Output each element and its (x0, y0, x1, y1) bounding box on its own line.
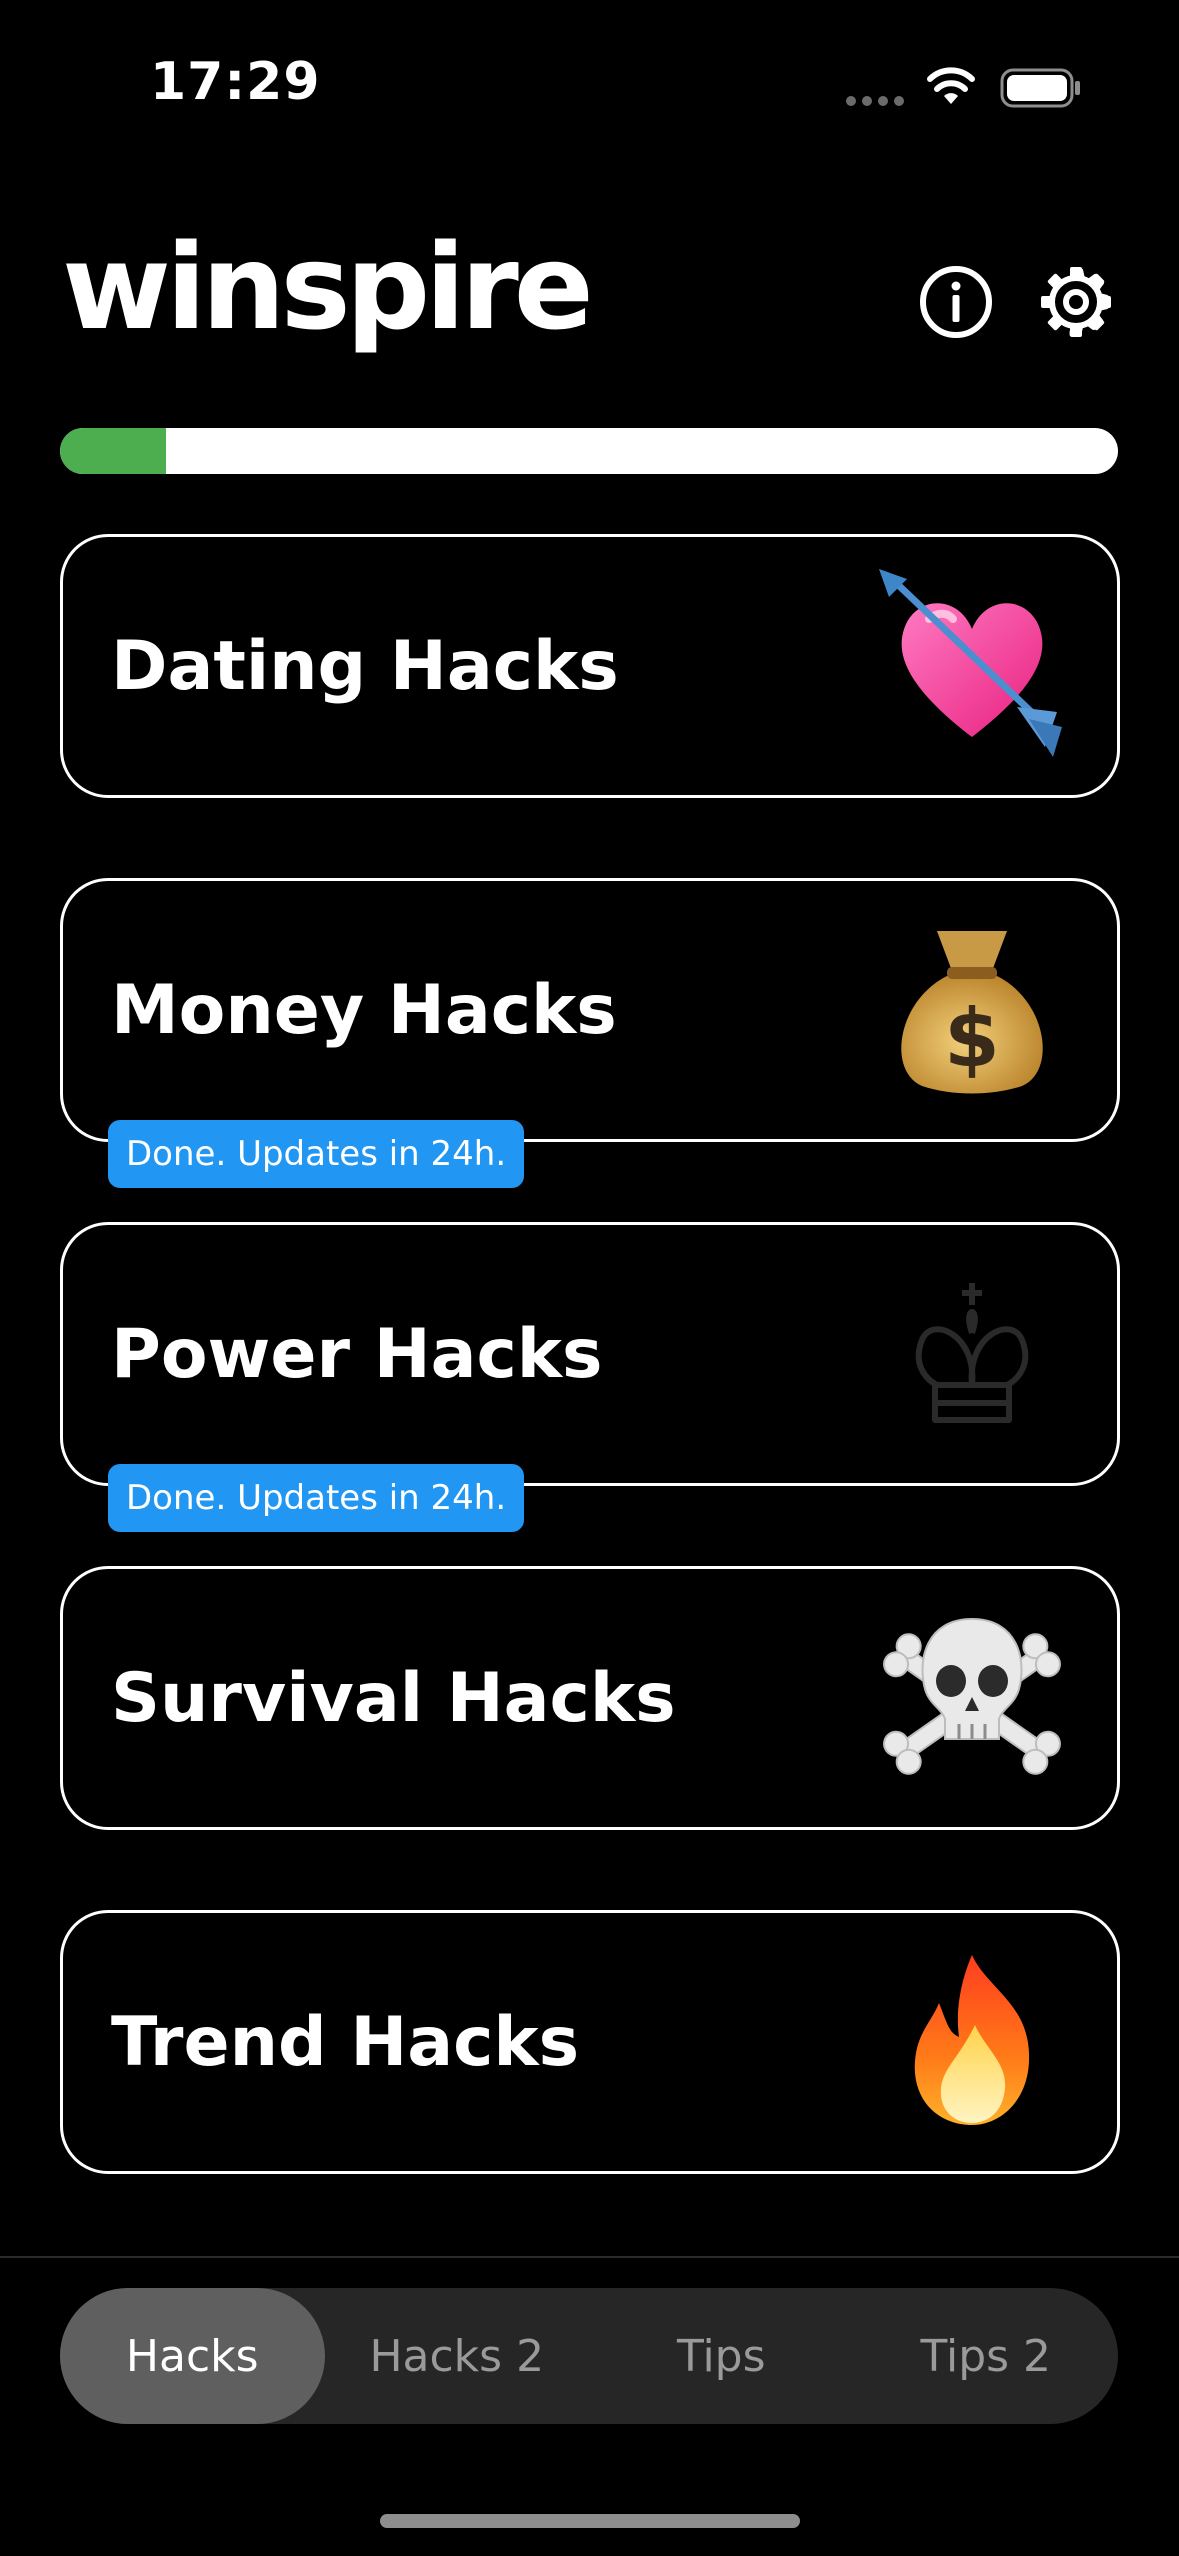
cellular-signal-icon (846, 96, 904, 106)
info-button[interactable] (916, 262, 996, 342)
skull-crossbones-icon (883, 1617, 1061, 1775)
card-title: Trend Hacks (111, 2002, 580, 2082)
tab-tips[interactable]: Tips (589, 2288, 854, 2424)
tab-hacks[interactable]: Hacks (60, 2288, 325, 2424)
svg-text:$: $ (944, 992, 1000, 1085)
battery-icon (1000, 68, 1080, 108)
status-time: 17:29 (150, 52, 321, 112)
chess-king-icon (915, 1283, 1029, 1423)
info-icon (920, 266, 992, 338)
card-dating-hacks[interactable]: Dating Hacks (60, 534, 1120, 798)
card-title: Dating Hacks (111, 626, 619, 706)
tabbar-divider (0, 2256, 1179, 2258)
card-title: Power Hacks (111, 1314, 603, 1394)
tab-tips-2[interactable]: Tips 2 (854, 2288, 1119, 2424)
settings-button[interactable] (1036, 262, 1116, 342)
heart-with-arrow-icon (879, 569, 1062, 757)
status-badge: Done. Updates in 24h. (108, 1120, 525, 1188)
card-title: Survival Hacks (111, 1658, 676, 1738)
bottom-tab-bar: Hacks Hacks 2 Tips Tips 2 (60, 2288, 1118, 2424)
card-survival-hacks[interactable]: Survival Hacks (60, 1566, 1120, 1830)
tab-hacks-2[interactable]: Hacks 2 (325, 2288, 590, 2424)
card-power-hacks[interactable]: Power Hacks (60, 1222, 1120, 1486)
card-trend-hacks[interactable]: Trend Hacks (60, 1910, 1120, 2174)
wifi-icon (927, 67, 975, 104)
status-badge: Done. Updates in 24h. (108, 1464, 525, 1532)
fire-icon (914, 1955, 1030, 2125)
card-title: Money Hacks (111, 970, 617, 1050)
home-indicator (380, 2514, 800, 2528)
gear-icon (1041, 267, 1111, 337)
progress-fill (60, 428, 166, 474)
progress-bar (60, 428, 1118, 474)
app-logo: winspire (62, 218, 594, 356)
card-money-hacks[interactable]: Money Hacks $ (60, 878, 1120, 1142)
status-bar: 17:29 (0, 0, 1179, 170)
money-bag-icon: $ (901, 931, 1043, 1094)
